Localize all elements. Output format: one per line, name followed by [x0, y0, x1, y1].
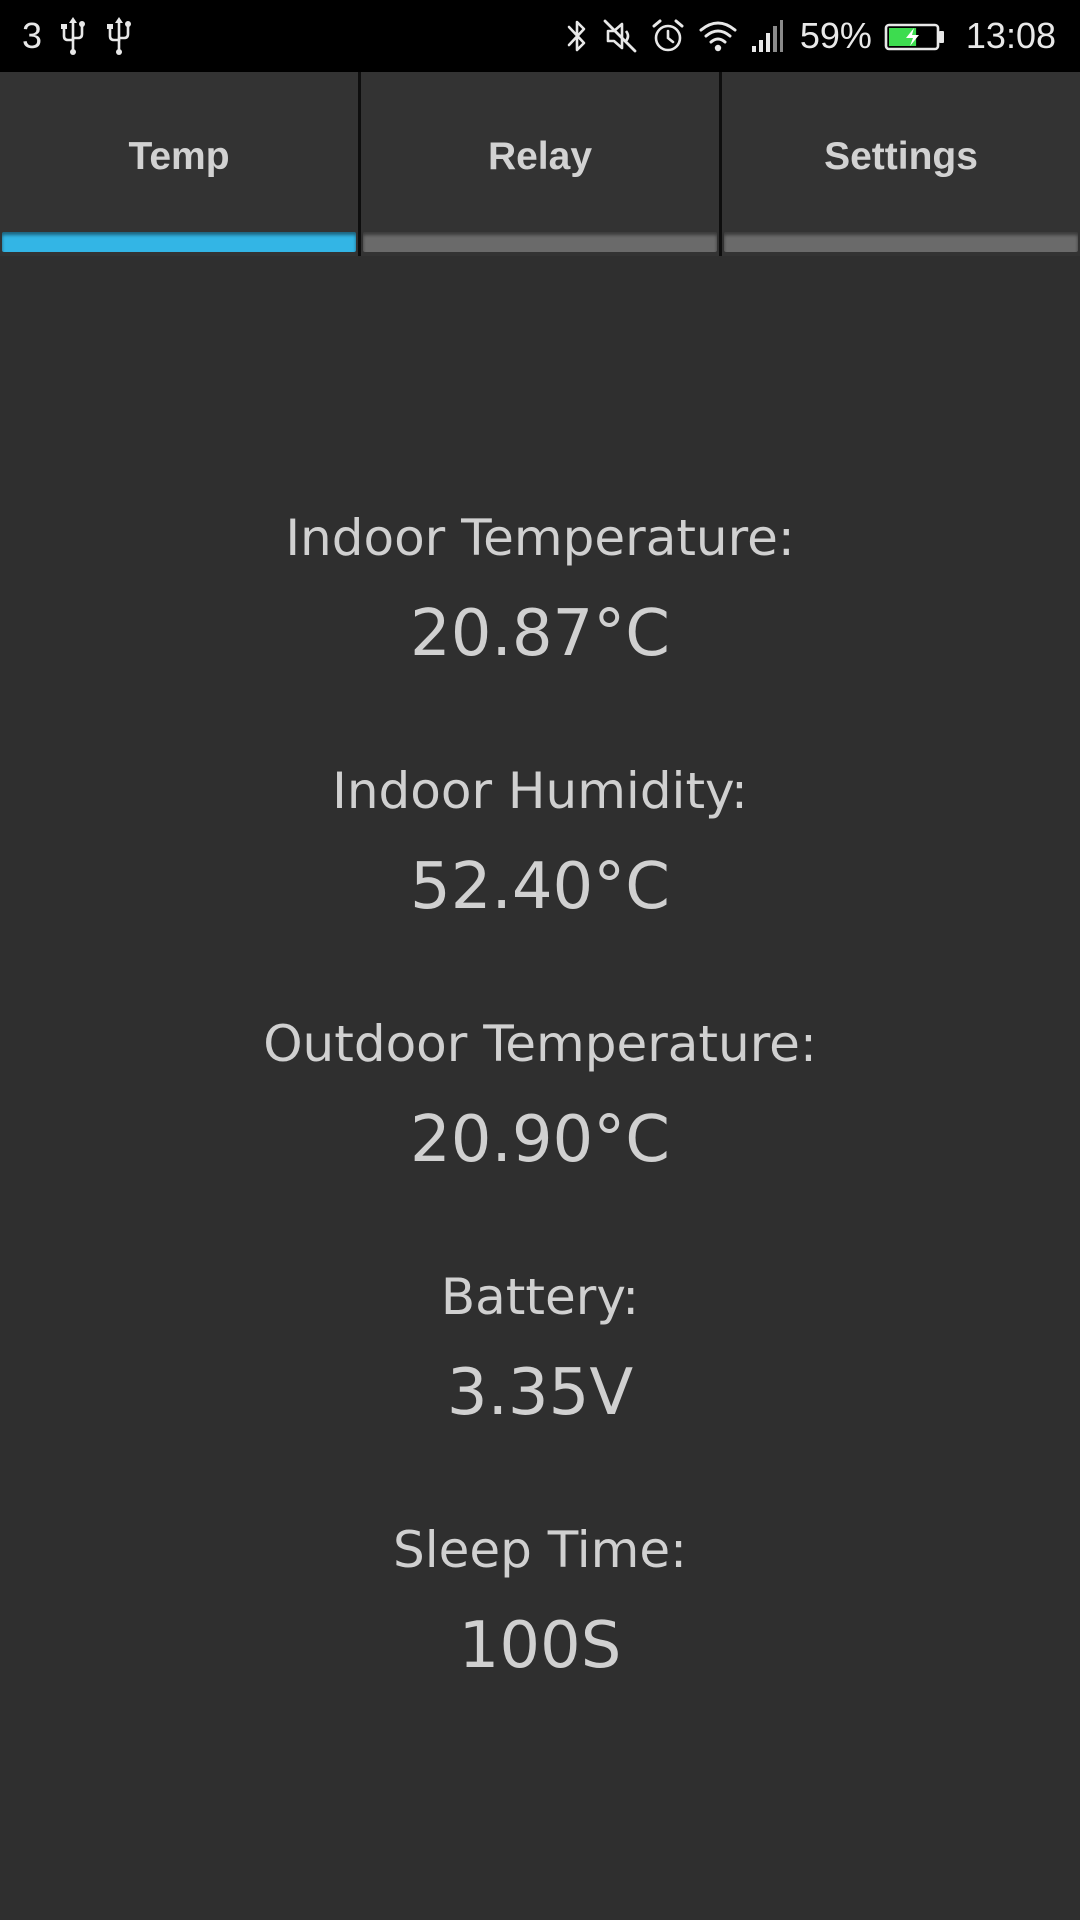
sleep-time-label: Sleep Time: — [393, 1521, 687, 1579]
usb-icon — [104, 0, 134, 72]
battery-reading: Battery: 3.35V — [0, 1267, 1080, 1435]
battery-value: 3.35V — [446, 1356, 634, 1430]
tab-relay[interactable]: Relay — [358, 72, 719, 256]
tab-bar: Temp Relay Settings — [0, 72, 1080, 256]
tab-label: Settings — [824, 135, 978, 178]
mute-icon — [602, 0, 638, 72]
indoor-humidity-label: Indoor Humidity: — [332, 762, 748, 820]
battery-label: Battery: — [440, 1268, 640, 1326]
outdoor-temperature-value: 20.90°C — [410, 1103, 670, 1177]
clock: 13:08 — [965, 15, 1056, 56]
tab-indicator — [363, 232, 717, 252]
tab-temp[interactable]: Temp — [0, 72, 358, 256]
indoor-temperature-value: 20.87°C — [410, 597, 670, 671]
status-bar-right: 59% 13:08 — [564, 0, 1056, 72]
tab-label: Relay — [487, 135, 593, 178]
tab-indicator — [724, 232, 1078, 252]
battery-percent: 59% — [799, 15, 872, 56]
outdoor-temperature-reading: Outdoor Temperature: 20.90°C — [0, 1014, 1080, 1182]
battery-charging-icon — [884, 0, 946, 72]
indoor-humidity-reading: Indoor Humidity: 52.40°C — [0, 761, 1080, 929]
alarm-icon — [650, 0, 686, 72]
notification-count: 3 — [22, 15, 43, 56]
sleep-time-reading: Sleep Time: 100S — [0, 1520, 1080, 1688]
indoor-temperature-label: Indoor Temperature: — [285, 509, 795, 567]
bluetooth-icon — [564, 0, 590, 72]
usb-icon — [58, 0, 88, 72]
status-bar-left: 3 — [22, 0, 134, 72]
status-bar: 3 59% 13:08 — [0, 0, 1080, 72]
cell-signal-icon — [750, 0, 784, 72]
indoor-humidity-value: 52.40°C — [410, 850, 670, 924]
tab-indicator — [2, 232, 356, 252]
sleep-time-value: 100S — [458, 1609, 622, 1683]
outdoor-temperature-label: Outdoor Temperature: — [263, 1015, 817, 1073]
tab-settings[interactable]: Settings — [719, 72, 1080, 256]
indoor-temperature-reading: Indoor Temperature: 20.87°C — [0, 508, 1080, 676]
tab-label: Temp — [128, 135, 230, 178]
wifi-icon — [698, 0, 738, 72]
